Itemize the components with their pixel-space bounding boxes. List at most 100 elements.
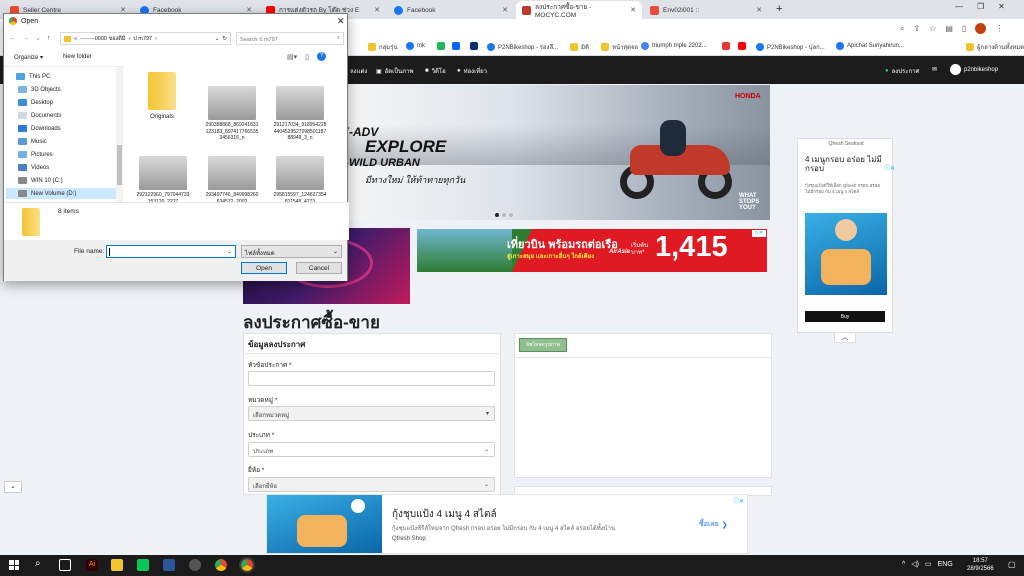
collapse-ad-icon[interactable]: ︿ <box>834 332 856 343</box>
line-icon[interactable] <box>137 559 149 571</box>
illustrator-icon[interactable]: Ai <box>86 559 98 571</box>
extensions-icon[interactable]: ▤ <box>945 24 953 33</box>
network-icon[interactable]: ▭ <box>925 560 932 568</box>
category-select[interactable]: เลือกหมวดหมู่ ▾ <box>248 406 495 421</box>
user-menu[interactable]: p2nbikeshop <box>950 64 998 75</box>
carousel-dot[interactable] <box>495 213 499 217</box>
close-icon[interactable]: ✕ <box>374 6 380 14</box>
maximize-icon[interactable]: ❐ <box>977 2 984 11</box>
file-item[interactable]: 290388868_869241831123183_89741776653534… <box>205 86 259 142</box>
tab-facebook-2[interactable]: Facebook ✕ <box>388 1 514 19</box>
profile-avatar[interactable] <box>975 23 987 34</box>
tree-item-this-pc[interactable]: This PC <box>16 73 50 80</box>
bookmark-item[interactable]: กลุ่มรุ่น <box>368 42 398 52</box>
tree-item-d-drive[interactable]: New Volume (D:) <box>6 188 116 199</box>
post-ad-link[interactable]: ● ลงประกาศ <box>885 66 919 76</box>
bookmark-item[interactable]: P2NBikeshop - ร่องลึ... <box>487 42 558 52</box>
bottom-ad-banner[interactable]: กุ้งชุบแป้ง 4 เมนู 4 สไตล์ กุ้งชุบแป้งซี… <box>266 494 748 554</box>
filename-input[interactable]: ⌄ <box>106 245 236 258</box>
bookmark-icon-only[interactable] <box>470 42 478 50</box>
share-icon[interactable]: ⇪ <box>913 24 920 33</box>
path-segment[interactable]: ป m797 <box>133 35 152 43</box>
airasia-ad-banner[interactable]: เที่ยวบิน พร้อมรถต่อเรือ สู่เกาะสมุย และ… <box>417 229 767 272</box>
close-icon[interactable]: ✕ <box>502 6 508 14</box>
close-icon[interactable]: ✕ <box>756 6 762 14</box>
bookmark-item[interactable]: Apichat Suriyahirun... <box>836 42 904 50</box>
nav-item-video[interactable]: ■ วิดีโอ <box>425 66 446 76</box>
file-item[interactable]: 295815597_124627354811548_4773 <box>273 156 327 202</box>
tree-item-c-drive[interactable]: WIN 10 (C:) <box>18 177 63 184</box>
menu-icon[interactable]: ⋮ <box>995 24 1003 33</box>
chevron-up-icon[interactable]: ^ <box>902 561 905 568</box>
tree-item-pictures[interactable]: Pictures <box>18 151 53 158</box>
filetype-select[interactable]: ไฟล์ทั้งหมด ⌄ <box>241 245 342 258</box>
bookmark-star-icon[interactable]: ☆ <box>929 24 936 33</box>
upload-images-button[interactable]: อัพโหลดรูปภาพ <box>519 338 567 352</box>
brand-select[interactable]: เลือกยี่ห้อ ⌄ <box>248 477 495 492</box>
tab-env[interactable]: Env02i001 :: ✕ <box>644 1 768 19</box>
refresh-icon[interactable]: ↻ <box>222 36 230 42</box>
zoom-icon[interactable]: ⌕ <box>900 24 904 34</box>
ad-info-icon[interactable]: ⓘ✕ <box>884 163 895 172</box>
right-sidebar-ad[interactable]: Qfresh Seafood ⓘ✕ 4 เมนูกรอบ อร่อย ไม่มี… <box>797 138 895 333</box>
title-input[interactable] <box>248 371 495 386</box>
task-view-icon[interactable] <box>59 559 71 571</box>
chevron-down-icon[interactable]: ⌄ <box>4 481 22 493</box>
nav-scrollbar[interactable] <box>116 67 123 203</box>
up-arrow-icon[interactable]: ↑ <box>47 35 51 42</box>
bookmark-icon-only[interactable] <box>722 42 730 50</box>
file-explorer-icon[interactable] <box>111 559 123 571</box>
cancel-button[interactable]: Cancel <box>296 262 342 274</box>
clock[interactable]: 18:57 28/9/2566 <box>967 557 994 573</box>
carousel-dot[interactable] <box>502 213 506 217</box>
language-indicator[interactable]: ENG <box>938 561 953 568</box>
file-item[interactable]: 292122960_797044733153120_2277 <box>136 156 190 202</box>
sidepanel-icon[interactable]: ▯ <box>962 24 966 33</box>
search-icon[interactable]: ⌕ <box>35 558 41 569</box>
tab-mocyc[interactable]: ลงประกาศซื้อ-ขาย - MOCYC.COM ✕ <box>516 1 642 19</box>
dialog-close-icon[interactable]: ✕ <box>337 16 345 27</box>
bookmark-item[interactable]: หน้าสุดจอ <box>601 42 638 52</box>
chevron-down-icon[interactable]: ⌄ <box>35 34 41 42</box>
bookmark-item[interactable]: P2NBikeshop - ปุลก... <box>756 42 825 52</box>
window-close-icon[interactable]: ✕ <box>998 2 1005 11</box>
volume-icon[interactable]: ◁) <box>911 560 919 568</box>
close-icon[interactable]: ✕ <box>630 6 636 14</box>
file-item[interactable]: 291217034_918954228440452952709850118788… <box>273 86 327 142</box>
hero-banner[interactable]: HONDA X-ADV EXPLORE WILD URBAN มีทางใหม่… <box>335 85 770 220</box>
ad-buy-button[interactable]: Buy <box>805 311 885 322</box>
tree-item-music[interactable]: Music <box>18 138 47 145</box>
path-bar[interactable]: « --------0000 ของดีมี › ป m797 › ⌄ ↻ <box>60 32 231 45</box>
nav-item-images[interactable]: ▣ อัตเป็นภาพ <box>376 66 413 76</box>
bookmark-item[interactable]: ผู้กลางด้านทั้งหมด <box>966 42 1024 52</box>
carousel-dots[interactable] <box>495 213 513 217</box>
view-options-icon[interactable]: ▤▾ <box>287 53 297 61</box>
new-tab-button[interactable]: + <box>776 3 782 15</box>
nav-item-custom[interactable]: ลงแต่ง <box>350 66 367 76</box>
carousel-dot[interactable] <box>509 213 513 217</box>
tree-item-documents[interactable]: Documents <box>18 112 61 119</box>
open-button[interactable]: Open <box>241 262 287 274</box>
chrome-icon[interactable] <box>215 559 227 571</box>
ad-info-icon[interactable]: ⓘ✕ <box>733 496 744 505</box>
help-icon[interactable]: ? <box>317 52 326 61</box>
tree-item-desktop[interactable]: Desktop <box>18 99 53 106</box>
bookmark-item[interactable]: triumph triple 2202... <box>641 42 707 50</box>
bookmark-item[interactable]: mk <box>406 42 425 50</box>
bookmark-icon-only[interactable] <box>738 42 746 50</box>
app-icon[interactable] <box>189 559 201 571</box>
tree-item-videos[interactable]: Videos <box>18 164 49 171</box>
nav-item-travel[interactable]: ● ท่องเที่ยว <box>457 66 487 76</box>
folder-item[interactable]: Originals <box>137 72 187 121</box>
bottom-ad-cta[interactable]: ซื้อเลย ❯ <box>699 519 728 530</box>
path-segment[interactable]: --------0000 ของดีมี <box>80 35 125 43</box>
chevron-down-icon[interactable]: ⌄ <box>215 36 220 42</box>
bookmark-icon-only[interactable] <box>437 42 445 50</box>
mail-icon[interactable]: ✉ <box>932 66 937 73</box>
new-folder-button[interactable]: New folder <box>63 54 92 60</box>
back-arrow-icon[interactable]: ← <box>9 35 16 42</box>
organize-button[interactable]: Organize ▾ <box>14 54 43 61</box>
chrome-active-icon[interactable] <box>239 557 255 573</box>
bookmark-icon-only[interactable] <box>452 42 460 50</box>
word-icon[interactable] <box>163 559 175 571</box>
